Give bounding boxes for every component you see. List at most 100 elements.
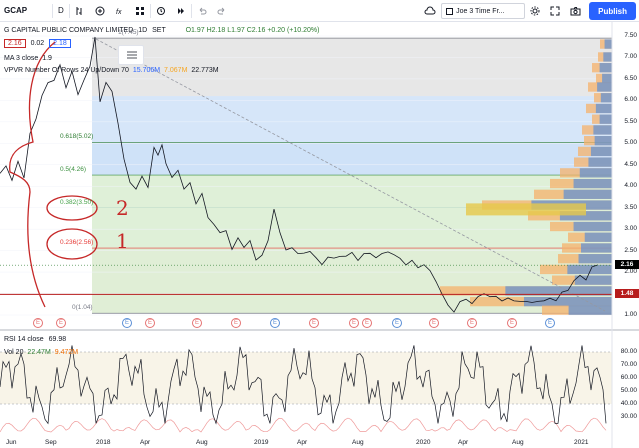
earnings-marker[interactable]: E [467, 318, 477, 328]
rsi-axis-label: 30.00 [620, 413, 637, 420]
fib-label: 0.618(5.02) [60, 133, 94, 141]
vol-label: Vol 20 [4, 349, 24, 356]
price-axis-label: 4.50 [624, 160, 637, 168]
price-axis-label: 4.00 [624, 182, 637, 190]
rsi-legend[interactable]: RSI 14 close 69.98 [4, 336, 66, 343]
price-axis-label: 6.00 [624, 96, 637, 104]
date-axis-label: Apr [297, 439, 308, 446]
date-axis-label: Aug [196, 439, 208, 446]
earnings-marker[interactable]: E [33, 318, 43, 328]
publish-button[interactable]: Publish [589, 2, 636, 20]
date-axis-label: Aug [512, 439, 524, 446]
price-chart[interactable] [0, 22, 639, 448]
price-axis-label: 7.50 [624, 32, 637, 39]
date-axis-label: Apr [140, 439, 151, 446]
bid-ask-row: 2.16 0.02 2.18 [4, 39, 74, 48]
earnings-marker[interactable]: E [429, 318, 439, 328]
earnings-marker[interactable]: E [392, 318, 402, 328]
vol-legend[interactable]: Vol 20 22.47M 9.472M [4, 349, 78, 356]
collapse-icon [127, 51, 137, 59]
earnings-marker[interactable]: E [545, 318, 555, 328]
vpvr-up: 15.706M [132, 67, 161, 74]
bracket-drawing[interactable] [9, 41, 56, 308]
templates-icon[interactable] [130, 0, 150, 22]
vol-value-a: 22.47M [27, 349, 51, 356]
indicators-icon[interactable]: fx [110, 0, 130, 22]
date-axis-label: 2018 [96, 439, 111, 446]
price-axis-label: 6.50 [624, 74, 637, 82]
volume-profile-bar [466, 203, 586, 216]
ma-value: 1.9 [42, 55, 52, 62]
annotation-2[interactable]: 2 [116, 196, 129, 220]
price-axis-label: 1.00 [624, 311, 637, 318]
earnings-marker[interactable]: E [122, 318, 132, 328]
earnings-marker[interactable]: E [349, 318, 359, 328]
compare-icon[interactable] [90, 0, 110, 22]
bar-style-icon[interactable] [70, 0, 90, 22]
date-axis-label: 2019 [254, 439, 269, 446]
current-price-tag: 2.16 [615, 260, 639, 270]
volume-profile-bar [568, 305, 612, 315]
volume-profile-bar [599, 114, 612, 124]
bid-box[interactable]: 2.16 [4, 39, 26, 48]
price-axis-label: 5.00 [624, 139, 637, 147]
redo-icon[interactable] [212, 0, 232, 22]
volume-profile-bar [604, 39, 612, 49]
rsi-axis-label: 70.00 [620, 361, 637, 368]
volume-profile-bar [578, 254, 612, 264]
symbol-title[interactable]: G CAPITAL PUBLIC COMPANY LIMITED [4, 27, 133, 34]
undo-icon[interactable] [192, 0, 212, 22]
earnings-marker[interactable]: E [309, 318, 319, 328]
volume-profile-bar [597, 82, 612, 92]
fib-band [92, 96, 612, 143]
earnings-marker[interactable]: E [362, 318, 372, 328]
volume-profile-bar [593, 125, 612, 135]
annotation-1[interactable]: 1 [116, 229, 129, 253]
price-axis-label: 2.50 [624, 246, 637, 254]
volume-profile-bar [599, 63, 612, 73]
fib-label: 0.236(2.56) [60, 239, 94, 247]
earnings-marker[interactable]: E [192, 318, 202, 328]
legend-collapse-button[interactable] [118, 45, 144, 65]
volume-profile-bar [588, 157, 612, 167]
svg-text:fx: fx [116, 9, 122, 16]
volume-profile-bar [581, 243, 612, 253]
fib-label: 0.382(3.50) [60, 198, 94, 206]
symbol-search[interactable]: GCAP [0, 6, 52, 15]
earnings-marker[interactable]: E [56, 318, 66, 328]
vpvr-legend[interactable]: VPVR Number Of Rows 24 Up/Down 70 15.706… [4, 67, 219, 74]
cloud-icon[interactable] [419, 0, 441, 22]
interval-button[interactable]: D [53, 0, 69, 22]
spread-value: 0.02 [30, 40, 45, 47]
date-axis-label: 2021 [574, 439, 589, 446]
layout-selector[interactable]: Joe 3 Time Fr... [441, 3, 526, 19]
top-toolbar: GCAP D fx Joe 3 Time Fr... Publish [0, 0, 639, 22]
earnings-marker[interactable]: E [145, 318, 155, 328]
rsi-band [0, 352, 612, 404]
volume-profile-bar [602, 73, 612, 84]
earnings-marker[interactable]: E [231, 318, 241, 328]
date-axis-label: Aug [352, 439, 364, 446]
replay-icon[interactable] [171, 0, 191, 22]
volume-profile-bar [584, 232, 612, 242]
price-axis-label: 7.00 [624, 53, 637, 61]
settings-icon[interactable] [525, 0, 545, 22]
fib-band [92, 142, 612, 176]
volume-profile-bar [573, 178, 612, 189]
earnings-marker[interactable]: E [270, 318, 280, 328]
alert-icon[interactable] [151, 0, 171, 22]
volume-profile-bar [590, 146, 612, 157]
fib-label: 0.5(4.26) [60, 166, 87, 174]
rsi-axis-label: 80.00 [620, 348, 637, 355]
fullscreen-icon[interactable] [545, 0, 565, 22]
fib-label: 0(1.04) [72, 304, 93, 312]
volume-profile-bar [574, 275, 612, 285]
ma-legend[interactable]: MA 3 close 1.9 [4, 55, 52, 62]
vol-value-b: 9.472M [54, 349, 79, 356]
ask-box[interactable]: 2.18 [49, 39, 71, 48]
volume-profile-bar [595, 103, 612, 114]
legend-exchange: SET [152, 27, 166, 34]
vpvr-down: 7.067M [164, 67, 188, 74]
earnings-marker[interactable]: E [507, 318, 517, 328]
camera-icon[interactable] [565, 0, 586, 22]
